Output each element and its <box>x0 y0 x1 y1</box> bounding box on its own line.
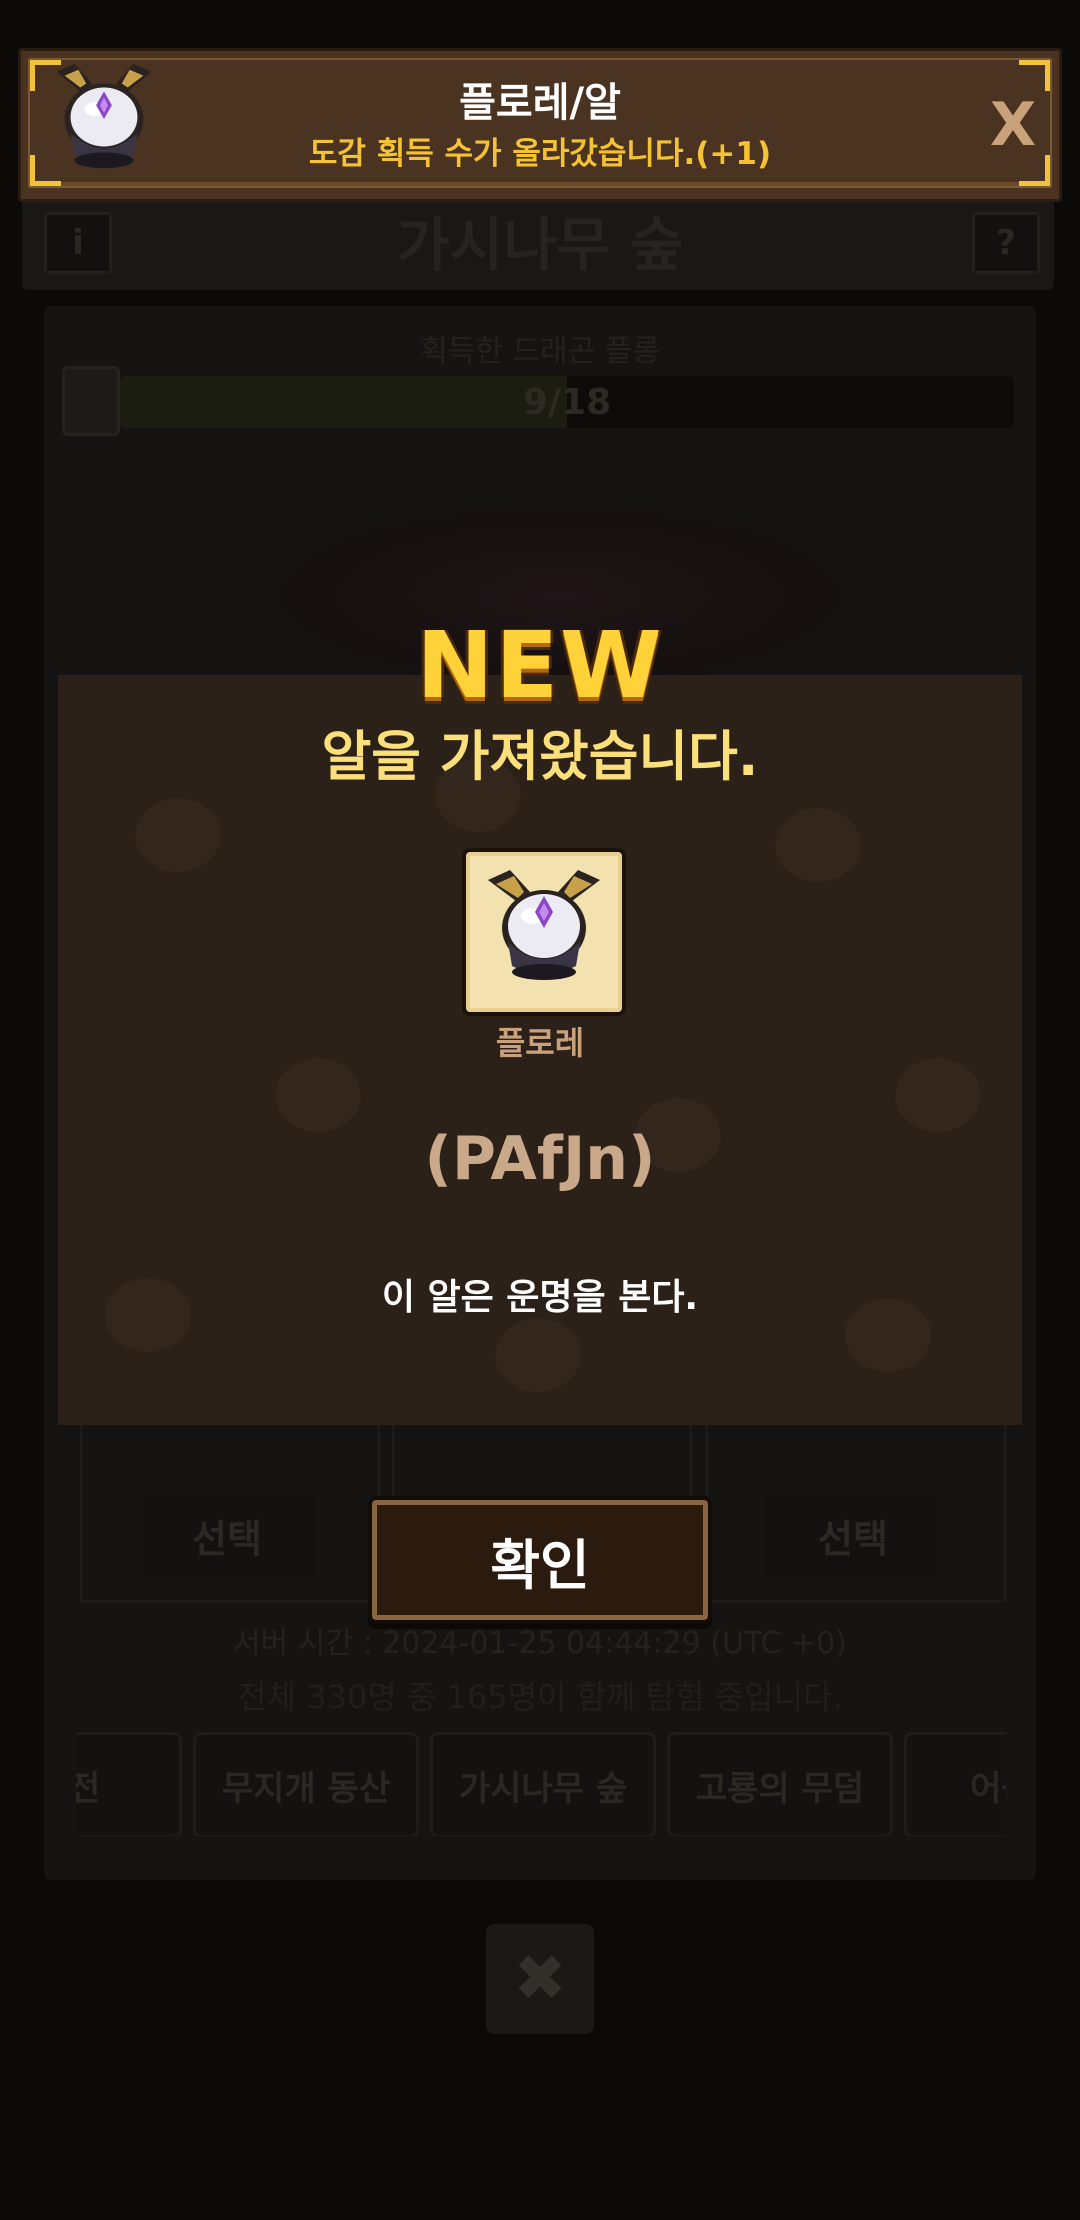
online-count: 전체 330명 중 165명이 함께 탐험 중입니다. <box>237 1678 843 1716</box>
modal-title: 알을 가져왔습니다. <box>321 725 759 788</box>
server-time: 서버 시간 : 2024-01-25 04:44:29 (UTC +0) <box>233 1626 847 1661</box>
area-title: 가시나무 숲 <box>396 211 684 279</box>
book-icon <box>62 366 120 436</box>
close-button[interactable]: ✖ <box>486 1924 594 2034</box>
tab-rainbow-hill[interactable]: 무지개 동산 <box>193 1732 419 1836</box>
collection-progress-bar: 9/18 <box>120 376 1014 428</box>
tab-darkness[interactable]: 어둠의 <box>904 1732 1006 1836</box>
notification-toast: 플로레/알 도감 획득 수가 올라갔습니다.(+1) X <box>18 48 1062 202</box>
item-description: 이 알은 운명을 본다. <box>381 1277 699 1318</box>
toast-message: 도감 획득 수가 올라갔습니다.(+1) <box>308 136 772 172</box>
select-button[interactable]: 선택 <box>764 1490 942 1580</box>
help-button[interactable]: ? <box>972 212 1040 274</box>
progress-label: 획득한 드래곤 플롱 <box>420 334 660 369</box>
area-tabs: 신전 무지개 동산 가시나무 숲 고룡의 무덤 어둠의 <box>76 1732 1006 1836</box>
item-name: 플로레 <box>495 1024 585 1062</box>
tab-thorn-forest[interactable]: 가시나무 숲 <box>430 1732 656 1836</box>
toast-title: 플로레/알 <box>459 80 621 126</box>
tab-ancient-dragon-tomb[interactable]: 고룡의 무덤 <box>667 1732 893 1836</box>
egg-icon <box>488 870 600 980</box>
select-button[interactable]: 선택 <box>138 1490 316 1580</box>
tab-temple[interactable]: 신전 <box>76 1732 182 1836</box>
new-badge: NEW <box>416 612 664 719</box>
confirm-button[interactable]: 확인 <box>368 1496 712 1624</box>
progress-text: 9/18 <box>522 381 612 423</box>
toast-close-button[interactable]: X <box>978 90 1048 160</box>
item-frame <box>462 848 626 1016</box>
item-code: (PAfJn) <box>424 1124 656 1194</box>
